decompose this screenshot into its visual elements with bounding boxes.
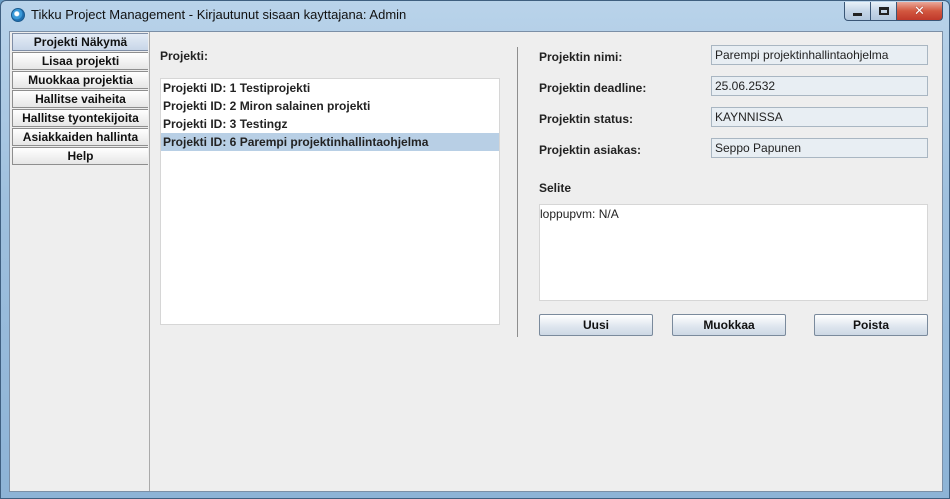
window-title: Tikku Project Management - Kirjautunut s… <box>31 7 407 22</box>
tab-help[interactable]: Help <box>12 147 148 165</box>
tab-asiakkaiden-hallinta[interactable]: Asiakkaiden hallinta <box>12 128 148 146</box>
project-name-field[interactable]: Parempi projektinhallintaohjelma <box>711 45 928 65</box>
client-area: Projekti Näkymä Lisaa projekti Muokkaa p… <box>9 31 943 492</box>
tab-strip: Projekti Näkymä Lisaa projekti Muokkaa p… <box>10 32 150 491</box>
list-item-selected[interactable]: Projekti ID: 6 Parempi projektinhallinta… <box>161 133 499 151</box>
tab-hallitse-vaiheita[interactable]: Hallitse vaiheita <box>12 90 148 108</box>
description-textarea[interactable]: loppupvm: N/A <box>539 204 928 301</box>
list-item[interactable]: Projekti ID: 3 Testingz <box>161 115 499 133</box>
list-item[interactable]: Projekti ID: 2 Miron salainen projekti <box>161 97 499 115</box>
new-project-button[interactable]: Uusi <box>539 314 653 336</box>
project-client-label: Projektin asiakas: <box>539 143 642 157</box>
minimize-button[interactable] <box>844 2 871 21</box>
description-label: Selite <box>539 181 572 195</box>
project-client-field[interactable]: Seppo Papunen <box>711 138 928 158</box>
project-name-label: Projektin nimi: <box>539 50 623 64</box>
tab-projekti-nakyma[interactable]: Projekti Näkymä <box>12 33 148 51</box>
minimize-icon <box>853 12 862 16</box>
maximize-button[interactable] <box>870 2 897 21</box>
app-window: Tikku Project Management - Kirjautunut s… <box>0 0 950 499</box>
maximize-icon <box>878 7 889 15</box>
project-view-panel: Projekti: Projekti ID: 1 Testiprojekti P… <box>149 32 942 491</box>
project-deadline-field[interactable]: 25.06.2532 <box>711 76 928 96</box>
panel-divider <box>517 47 518 337</box>
tab-hallitse-tyontekijoita[interactable]: Hallitse tyontekijoita <box>12 109 148 127</box>
project-status-label: Projektin status: <box>539 112 634 126</box>
close-icon: ✕ <box>914 3 925 19</box>
tab-muokkaa-projektia[interactable]: Muokkaa projektia <box>12 71 148 89</box>
tab-lisaa-projekti[interactable]: Lisaa projekti <box>12 52 148 70</box>
projects-heading: Projekti: <box>160 49 209 63</box>
list-item[interactable]: Projekti ID: 1 Testiprojekti <box>161 79 499 97</box>
project-list[interactable]: Projekti ID: 1 Testiprojekti Projekti ID… <box>160 78 500 325</box>
title-bar[interactable]: Tikku Project Management - Kirjautunut s… <box>1 1 949 29</box>
edit-project-button[interactable]: Muokkaa <box>672 314 786 336</box>
project-status-field[interactable]: KAYNNISSA <box>711 107 928 127</box>
app-logo-icon <box>11 8 25 22</box>
project-deadline-label: Projektin deadline: <box>539 81 647 95</box>
delete-project-button[interactable]: Poista <box>814 314 928 336</box>
close-button[interactable]: ✕ <box>896 2 943 21</box>
